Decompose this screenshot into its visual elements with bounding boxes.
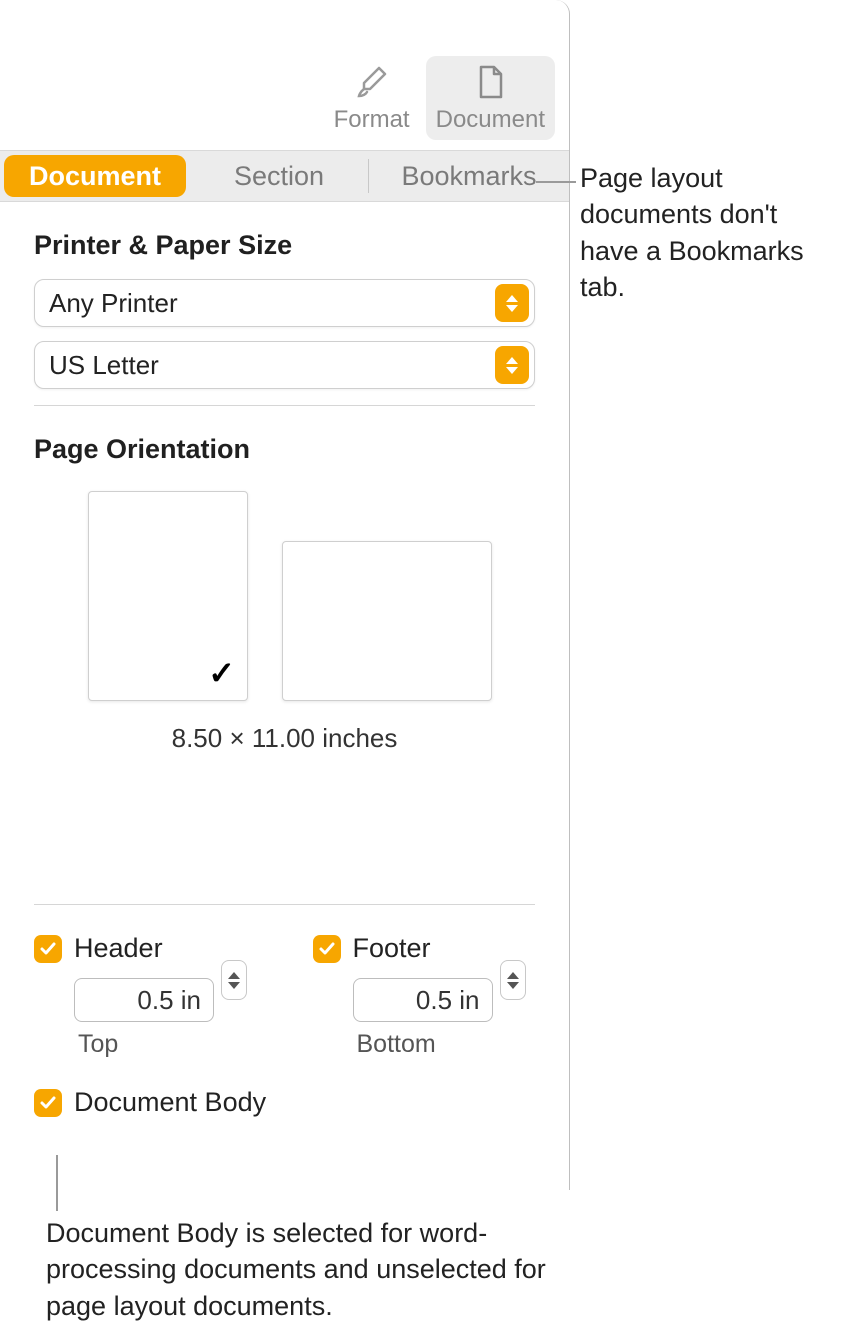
printer-paper-title: Printer & Paper Size <box>34 230 535 261</box>
printer-popup[interactable]: Any Printer <box>34 279 535 327</box>
callout-line <box>56 1155 58 1211</box>
header-value-input[interactable]: 0.5 in <box>74 978 214 1022</box>
annotation-document-body: Document Body is selected for word-proce… <box>46 1215 606 1324</box>
document-inspector-panel: Format Document Document Section Bookmar… <box>0 0 570 1190</box>
document-toolbar-button[interactable]: Document <box>426 56 555 140</box>
footer-column: Footer 0.5 in Bottom <box>313 933 536 1059</box>
paintbrush-icon <box>352 62 392 102</box>
tab-bookmarks[interactable]: Bookmarks <box>369 151 569 201</box>
header-label: Header <box>74 933 163 964</box>
document-label: Document <box>436 106 545 134</box>
header-stepper[interactable] <box>220 978 248 1022</box>
orientation-portrait[interactable]: ✓ <box>88 491 248 701</box>
footer-label: Footer <box>353 933 431 964</box>
page-dimensions: 8.50 × 11.00 inches <box>34 723 535 754</box>
callout-line <box>536 181 576 183</box>
orientation-landscape[interactable] <box>282 541 492 701</box>
format-label: Format <box>334 106 410 134</box>
header-checkbox[interactable] <box>34 935 62 963</box>
footer-sublabel: Bottom <box>357 1030 536 1059</box>
document-body-label: Document Body <box>74 1087 266 1118</box>
toolbar: Format Document <box>0 0 569 150</box>
format-toolbar-button[interactable]: Format <box>324 56 420 140</box>
tab-section[interactable]: Section <box>190 151 368 201</box>
document-body-checkbox[interactable] <box>34 1089 62 1117</box>
divider <box>34 405 535 406</box>
orientation-choices: ✓ <box>34 491 535 701</box>
footer-value-input[interactable]: 0.5 in <box>353 978 493 1022</box>
content-area: Printer & Paper Size Any Printer US Lett… <box>0 202 569 1138</box>
inspector-tabs: Document Section Bookmarks <box>0 150 569 202</box>
popup-arrows-icon <box>495 284 529 322</box>
orientation-title: Page Orientation <box>34 434 535 465</box>
document-icon <box>470 62 510 102</box>
header-column: Header 0.5 in Top <box>34 933 257 1059</box>
printer-value: Any Printer <box>49 288 178 319</box>
footer-checkbox[interactable] <box>313 935 341 963</box>
header-footer-row: Header 0.5 in Top <box>34 933 535 1059</box>
annotation-bookmarks: Page layout documents don't have a Bookm… <box>580 160 830 306</box>
divider <box>34 904 535 905</box>
paper-value: US Letter <box>49 350 159 381</box>
footer-stepper[interactable] <box>499 978 527 1022</box>
checkmark-icon: ✓ <box>208 654 235 692</box>
paper-size-popup[interactable]: US Letter <box>34 341 535 389</box>
tab-document[interactable]: Document <box>4 155 186 197</box>
header-sublabel: Top <box>78 1030 257 1059</box>
document-body-row: Document Body <box>34 1087 535 1118</box>
popup-arrows-icon <box>495 346 529 384</box>
